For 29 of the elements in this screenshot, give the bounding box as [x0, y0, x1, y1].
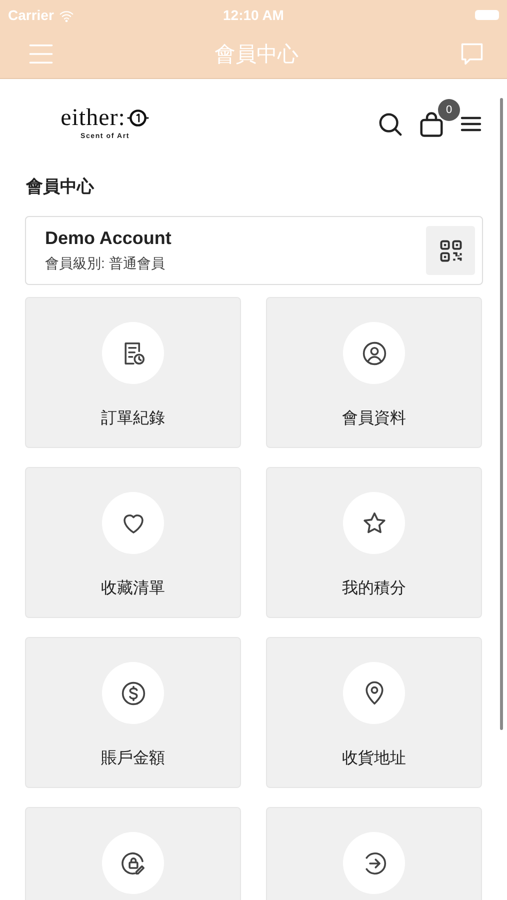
menu-tile[interactable]: 賬戶金額	[25, 637, 241, 788]
status-time: 12:10 AM	[223, 7, 284, 23]
eye-logo-icon	[127, 107, 150, 129]
cart-count-badge: 0	[438, 98, 460, 120]
menu-tile[interactable]: 會員資料	[266, 297, 482, 448]
menu-tile[interactable]: 收貨地址	[266, 637, 482, 788]
shopping-bag-icon[interactable]	[418, 110, 445, 138]
page-title: 會員中心	[26, 176, 96, 198]
dollar-coin-icon	[120, 680, 146, 706]
account-name: Demo Account	[45, 228, 172, 249]
carrier-name: Carrier	[8, 7, 54, 23]
qr-code-icon	[438, 238, 464, 264]
member-level: 會員級別: 普通會員	[45, 255, 166, 273]
user-icon	[360, 340, 388, 366]
lock-edit-icon	[120, 850, 146, 876]
battery-icon	[475, 10, 499, 20]
tile-label: 收藏清單	[101, 578, 165, 599]
menu-tile[interactable]: 我的積分	[266, 467, 482, 618]
menu-tile[interactable]: 收藏清單	[25, 467, 241, 618]
logo-wordmark: either:	[60, 104, 126, 132]
search-icon[interactable]	[377, 110, 404, 138]
tile-label: 訂單紀錄	[101, 408, 165, 429]
nav-title: 會員中心	[214, 42, 298, 68]
tile-label: 賬戶金額	[101, 748, 165, 769]
qr-code-button[interactable]	[426, 226, 475, 275]
tile-label: 會員資料	[342, 408, 406, 429]
tile-label: 收貨地址	[342, 748, 406, 769]
menu-tile[interactable]: 訂單紀錄	[25, 297, 241, 448]
tile-label: 我的積分	[342, 578, 406, 599]
